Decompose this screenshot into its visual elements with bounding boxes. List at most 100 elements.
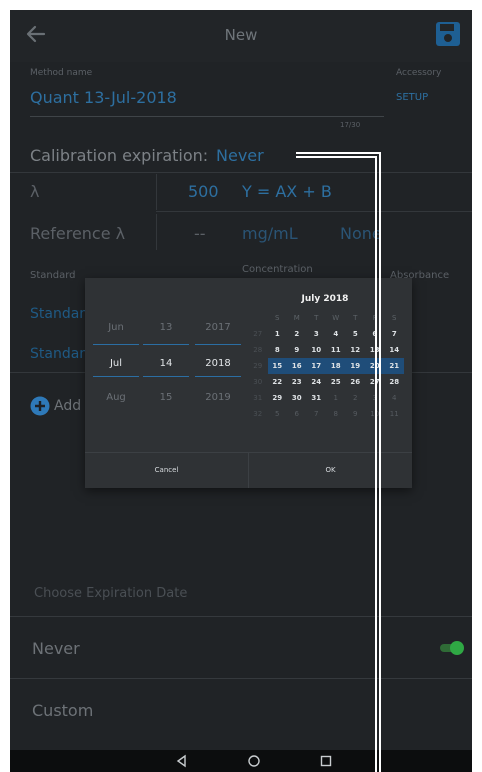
calendar-day-other-month[interactable]: 4 <box>385 390 405 406</box>
weekday-label: S <box>275 314 280 322</box>
method-name-label: Method name <box>30 68 93 78</box>
calendar-day[interactable]: 1 <box>268 326 288 342</box>
month-spinner[interactable]: Jun Jul Aug <box>91 278 141 448</box>
calendar-day[interactable]: 26 <box>346 374 366 390</box>
calendar-day-other-month[interactable]: 5 <box>268 406 288 422</box>
calendar-day[interactable]: 22 <box>268 374 288 390</box>
day-prev[interactable]: 13 <box>141 322 191 333</box>
callout-line-vertical <box>379 152 381 772</box>
spinner-line <box>93 344 139 345</box>
week-number: 28 <box>253 346 263 354</box>
add-circle-icon[interactable] <box>30 396 50 416</box>
calendar-day-other-month[interactable]: 9 <box>346 406 366 422</box>
divider <box>156 174 157 210</box>
day-next[interactable]: 15 <box>141 392 191 403</box>
year-selected[interactable]: 2018 <box>193 358 243 369</box>
cancel-button[interactable]: Cancel <box>85 452 248 488</box>
lambda-input[interactable]: 500 <box>188 182 219 201</box>
calendar-day[interactable]: 30 <box>287 390 307 406</box>
app-bar: New <box>10 10 472 62</box>
calendar-day-other-month[interactable]: 1 <box>326 390 346 406</box>
standard-row-2[interactable]: Standar <box>30 346 85 362</box>
year-prev[interactable]: 2017 <box>193 322 243 333</box>
calibration-value[interactable]: Never <box>216 146 264 165</box>
week-number: 29 <box>253 362 263 370</box>
reference-lambda-input[interactable]: -- <box>194 224 206 243</box>
calendar-day[interactable]: 8 <box>268 342 288 358</box>
never-toggle-knob[interactable] <box>450 641 464 655</box>
calendar-day-other-month[interactable]: 7 <box>307 406 327 422</box>
calendar-day[interactable]: 3 <box>307 326 327 342</box>
calendar-day[interactable]: 9 <box>287 342 307 358</box>
home-circle-icon[interactable] <box>246 753 262 769</box>
spinner-line <box>93 376 139 377</box>
calendar-day[interactable]: 28 <box>385 374 405 390</box>
month-prev[interactable]: Jun <box>91 322 141 333</box>
calendar-day[interactable]: 16 <box>287 358 307 374</box>
day-selected[interactable]: 14 <box>141 358 191 369</box>
week-number: 27 <box>253 330 263 338</box>
weekday-label: W <box>332 314 340 322</box>
calendar-day[interactable]: 7 <box>385 326 405 342</box>
divider <box>10 172 472 173</box>
calendar-day[interactable]: 11 <box>326 342 346 358</box>
column-header-concentration: Concentration <box>242 264 313 275</box>
callout-line-horizontal <box>296 152 381 154</box>
day-spinner[interactable]: 13 14 15 <box>141 278 191 448</box>
calendar-day[interactable]: 17 <box>307 358 327 374</box>
reference-lambda-label: Reference λ <box>30 224 126 243</box>
divider <box>156 211 472 212</box>
calendar-day[interactable]: 19 <box>346 358 366 374</box>
equation-selector[interactable]: Y = AX + B <box>242 182 332 201</box>
unit-selector[interactable]: mg/mL <box>242 224 298 243</box>
ok-button[interactable]: OK <box>249 452 412 488</box>
lambda-label: λ <box>30 182 40 201</box>
option-never-row[interactable]: Never <box>10 616 472 677</box>
calendar-day-other-month[interactable]: 6 <box>287 406 307 422</box>
calendar-day[interactable]: 2 <box>287 326 307 342</box>
option-never-label: Never <box>32 639 80 658</box>
calendar-day-selected[interactable]: 14 <box>385 342 405 358</box>
calibration-label: Calibration expiration: <box>30 146 209 165</box>
calendar-day[interactable]: 5 <box>346 326 366 342</box>
sheet-title: Choose Expiration Date <box>34 586 188 601</box>
accessory-label: Accessory <box>396 68 442 78</box>
back-triangle-icon[interactable] <box>174 753 190 769</box>
spinner-line <box>195 376 241 377</box>
calendar-day-other-month[interactable]: 8 <box>326 406 346 422</box>
weekday-label: S <box>392 314 397 322</box>
week-number: 32 <box>253 410 263 418</box>
year-next[interactable]: 2019 <box>193 392 243 403</box>
accessory-setup-button[interactable]: SETUP <box>396 92 428 103</box>
system-navigation-bar <box>10 750 472 772</box>
month-selected[interactable]: Jul <box>91 358 141 369</box>
calendar-day[interactable]: 25 <box>326 374 346 390</box>
year-spinner[interactable]: 2017 2018 2019 <box>193 278 243 448</box>
option-custom-row[interactable]: Custom <box>10 678 472 739</box>
recents-square-icon[interactable] <box>318 753 334 769</box>
month-next[interactable]: Aug <box>91 392 141 403</box>
calendar-day[interactable]: 29 <box>268 390 288 406</box>
divider <box>156 214 157 250</box>
calendar-day[interactable]: 23 <box>287 374 307 390</box>
calendar-day[interactable]: 15 <box>268 358 288 374</box>
column-header-standard: Standard <box>30 270 76 281</box>
callout-line-horizontal <box>296 156 377 158</box>
calendar-day[interactable]: 31 <box>307 390 327 406</box>
calendar-day[interactable]: 4 <box>326 326 346 342</box>
method-name-input[interactable]: Quant 13-Jul-2018 <box>30 88 177 107</box>
standard-row-1[interactable]: Standar <box>30 306 85 322</box>
page-title: New <box>224 26 258 44</box>
calendar-day[interactable]: 24 <box>307 374 327 390</box>
calendar-day[interactable]: 12 <box>346 342 366 358</box>
week-number: 30 <box>253 378 263 386</box>
calendar-day[interactable]: 10 <box>307 342 327 358</box>
calendar-day[interactable]: 18 <box>326 358 346 374</box>
week-number: 31 <box>253 394 263 402</box>
save-icon[interactable] <box>434 20 462 48</box>
add-standard-button[interactable]: Add <box>54 398 81 414</box>
calendar-day-other-month[interactable]: 2 <box>346 390 366 406</box>
weekday-label: T <box>314 314 319 322</box>
calendar-day-other-month[interactable]: 11 <box>385 406 405 422</box>
calendar-day[interactable]: 21 <box>385 358 405 374</box>
